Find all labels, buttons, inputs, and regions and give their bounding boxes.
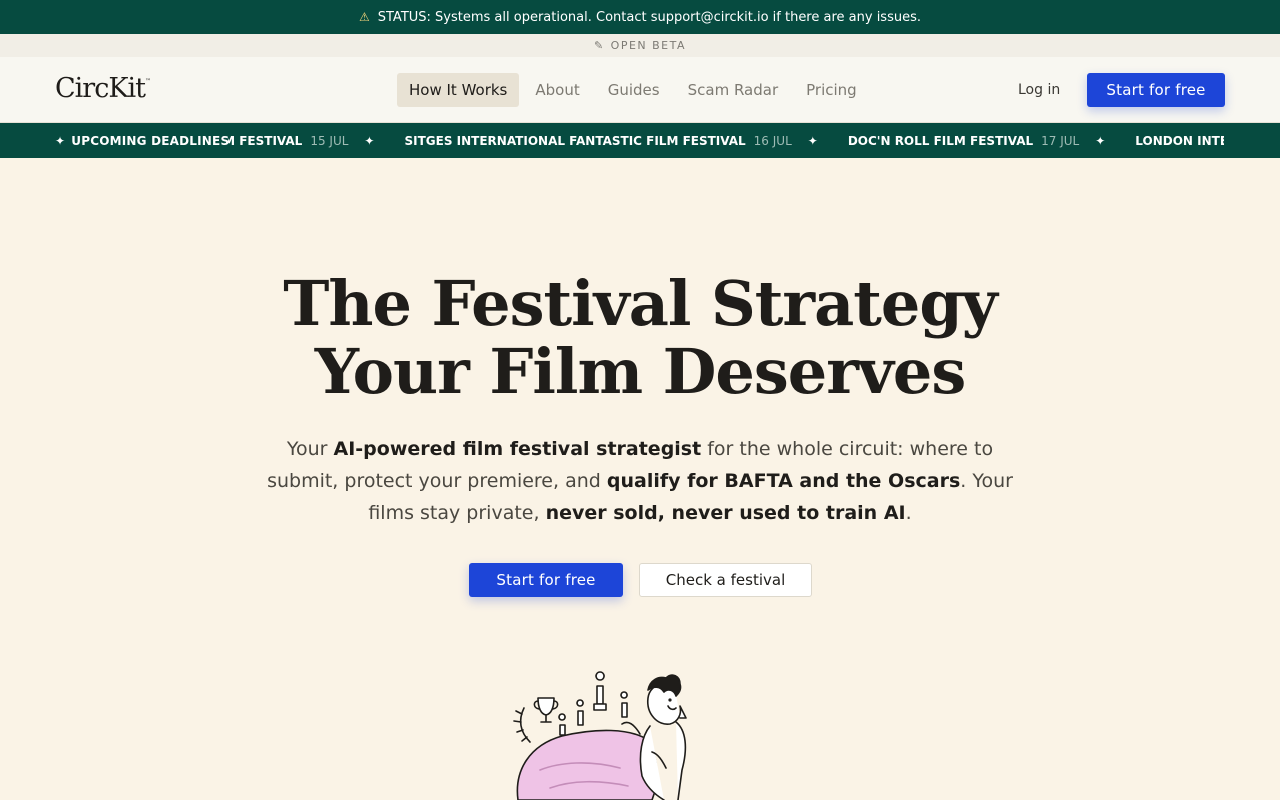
ticker-item-name: SITGES INTERNATIONAL FANTASTIC FILM FEST… (404, 133, 746, 148)
ticker-item[interactable]: SITGES INTERNATIONAL FANTASTIC FILM FEST… (404, 134, 831, 148)
logo[interactable]: CircKit™ (55, 73, 151, 104)
hero-title-line-1: The Festival Strategy (283, 267, 997, 340)
hero-title: The Festival Strategy Your Film Deserves (0, 270, 1280, 406)
login-link[interactable]: Log in (1006, 73, 1072, 107)
nav-link-scam-radar[interactable]: Scam Radar (674, 73, 793, 107)
sparkle-icon: ✦ (807, 133, 818, 148)
sparkle-icon: ✦ (364, 133, 375, 148)
ticker-label-text: UPCOMING DEADLINES (71, 133, 230, 148)
check-festival-button[interactable]: Check a festival (639, 563, 812, 597)
nav-link-how-it-works[interactable]: How It Works (397, 73, 520, 107)
logo-text: CircKit (55, 73, 146, 104)
deadlines-ticker: ✦ UPCOMING DEADLINES ILM FESTIVAL 15 JUL… (0, 123, 1280, 158)
ticker-item-date: 17 JUL (1041, 133, 1080, 148)
hero-title-line-2: Your Film Deserves (314, 335, 966, 408)
ticker-label: ✦ UPCOMING DEADLINES (55, 123, 229, 158)
ticker-item[interactable]: LONDON INTERNATIONAL ANIMATIO (1135, 134, 1224, 148)
filmmaker-illustration (513, 671, 687, 800)
ticker-item-name: ILM FESTIVAL (228, 133, 303, 148)
ticker-item[interactable]: ILM FESTIVAL 15 JUL ✦ (228, 134, 388, 148)
start-for-free-nav-button[interactable]: Start for free (1087, 73, 1225, 107)
hero-subtitle: Your AI-powered film festival strategist… (267, 438, 1013, 524)
beta-bar: ✎ OPEN BETA (0, 34, 1280, 57)
logo-trademark: ™ (144, 78, 151, 85)
nav-link-guides[interactable]: Guides (594, 73, 674, 107)
ticker-track: ILM FESTIVAL 15 JUL ✦ SITGES INTERNATION… (228, 123, 1224, 158)
sparkle-icon: ✦ (1095, 133, 1106, 148)
sparkle-icon: ✦ (55, 133, 66, 148)
nav-links: How It Works About Guides Scam Radar Pri… (397, 73, 871, 107)
status-bar: ⚠ STATUS: Systems all operational. Conta… (0, 0, 1280, 34)
ticker-item-name: LONDON INTERNATIONAL ANIMATIO (1135, 133, 1224, 148)
ticker-item-date: 16 JUL (753, 133, 792, 148)
wrench-icon: ✎ (593, 39, 605, 52)
nav-link-pricing[interactable]: Pricing (792, 73, 871, 107)
status-text: STATUS: Systems all operational. Contact… (377, 9, 921, 25)
start-for-free-button[interactable]: Start for free (469, 563, 623, 597)
ticker-item-name: DOC'N ROLL FILM FESTIVAL (847, 133, 1034, 148)
beta-label: OPEN BETA (610, 39, 687, 52)
ticker-item[interactable]: DOC'N ROLL FILM FESTIVAL 17 JUL ✦ (848, 134, 1119, 148)
nav-link-about[interactable]: About (521, 73, 593, 107)
warning-icon: ⚠ (358, 10, 370, 24)
ticker-item-date: 15 JUL (310, 133, 349, 148)
